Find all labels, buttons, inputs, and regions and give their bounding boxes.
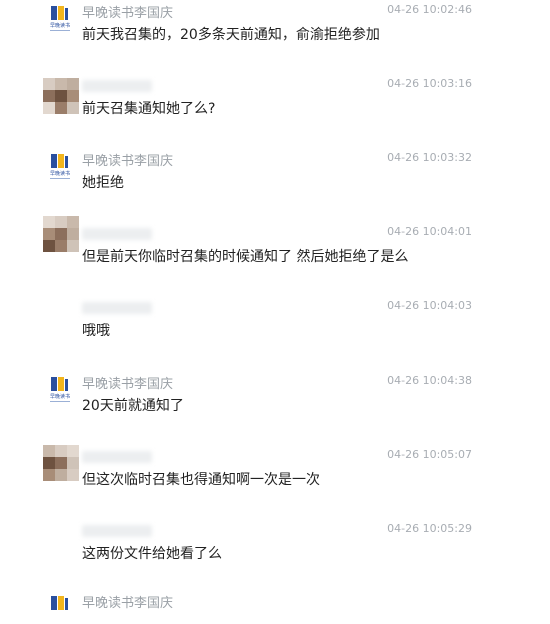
book-logo-icon bbox=[51, 596, 68, 610]
message-text[interactable]: 前天我召集的，20多条天前通知，俞渝拒绝参加 bbox=[82, 24, 380, 44]
book-logo-icon: 早晚读书 bbox=[50, 6, 70, 31]
logo-caption: 早晚读书 bbox=[50, 393, 70, 400]
logo-avatar[interactable]: 早晚读书 bbox=[46, 4, 74, 34]
book-logo-icon: 早晚读书 bbox=[50, 154, 70, 179]
logo-avatar[interactable]: 早晚读书 bbox=[46, 375, 74, 405]
sender-name-redacted bbox=[82, 451, 152, 463]
avatar-placeholder bbox=[43, 300, 79, 336]
user-avatar[interactable] bbox=[43, 78, 79, 114]
message-time: 04-26 10:04:38 bbox=[387, 374, 472, 387]
sender-name-redacted bbox=[82, 302, 152, 314]
sender-name-redacted bbox=[82, 228, 152, 240]
message-time: 04-26 10:04:03 bbox=[387, 299, 472, 312]
sender-name: 早晚读书李国庆 bbox=[82, 6, 174, 21]
message-time: 04-26 10:05:07 bbox=[387, 448, 472, 461]
sender-name-redacted bbox=[82, 525, 152, 537]
message-time: 04-26 10:04:01 bbox=[387, 225, 472, 238]
message-text[interactable]: 她拒绝 bbox=[82, 172, 124, 192]
message-text[interactable]: 哦哦 bbox=[82, 320, 110, 340]
logo-avatar[interactable]: 早晚读书 bbox=[46, 152, 74, 182]
message-text[interactable]: 这两份文件给她看了么 bbox=[82, 543, 222, 563]
sender-name-redacted bbox=[82, 80, 152, 92]
book-logo-icon: 早晚读书 bbox=[50, 377, 70, 402]
user-avatar[interactable] bbox=[43, 216, 79, 252]
logo-caption: 早晚读书 bbox=[50, 170, 70, 177]
avatar-placeholder bbox=[43, 523, 79, 559]
message-time: 04-26 10:02:46 bbox=[387, 3, 472, 16]
message-time: 04-26 10:03:16 bbox=[387, 77, 472, 90]
message-text[interactable]: 但这次临时召集也得通知啊一次是一次 bbox=[82, 469, 320, 489]
message-text[interactable]: 前天召集通知她了么? bbox=[82, 98, 215, 118]
user-avatar[interactable] bbox=[43, 445, 79, 481]
sender-name: 早晚读书李国庆 bbox=[82, 154, 174, 169]
message-text[interactable]: 但是前天你临时召集的时候通知了 然后她拒绝了是么 bbox=[82, 246, 408, 266]
sender-name: 早晚读书李国庆 bbox=[82, 596, 174, 611]
chat-log: 早晚读书 早晚读书李国庆 04-26 10:02:46 前天我召集的，20多条天… bbox=[0, 0, 550, 611]
logo-caption: 早晚读书 bbox=[50, 22, 70, 29]
sender-name: 早晚读书李国庆 bbox=[82, 377, 174, 392]
message-time: 04-26 10:03:32 bbox=[387, 151, 472, 164]
logo-avatar[interactable] bbox=[46, 594, 74, 624]
message-text[interactable]: 20天前就通知了 bbox=[82, 395, 184, 415]
message-time: 04-26 10:05:29 bbox=[387, 522, 472, 535]
